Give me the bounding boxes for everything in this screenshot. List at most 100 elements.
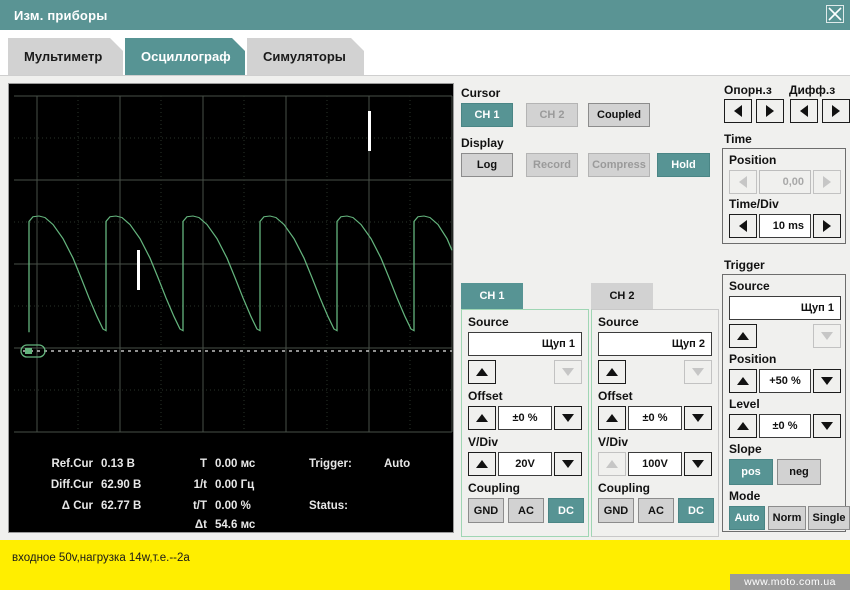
time-section-label: Time <box>724 132 752 146</box>
ch1-coupling-gnd-label: GND <box>473 504 499 517</box>
channel-tab-ch1[interactable]: CH 1 <box>461 283 523 309</box>
ch1-coupling-ac-button[interactable]: AC <box>508 498 544 523</box>
diff-nudge-left-button[interactable] <box>790 99 818 123</box>
ch2-source-field[interactable]: Щуп 2 <box>598 332 712 356</box>
readout-label-ref-cur: Ref.Cur <box>51 458 93 470</box>
readout-value-freq: 0.00 Гц <box>215 479 255 491</box>
trigger-level-field[interactable]: ±0 % <box>759 414 811 438</box>
ch1-coupling-dc-button[interactable]: DC <box>548 498 584 523</box>
trigger-slope-neg-button[interactable]: neg <box>777 459 821 485</box>
ch2-offset-up-button[interactable] <box>598 406 626 430</box>
trigger-mode-single-label: Single <box>812 512 846 524</box>
ch2-vdiv-down-button[interactable] <box>684 452 712 476</box>
tab-oscilloscope[interactable]: Осциллограф <box>125 38 245 75</box>
tab-simulators-label: Симуляторы <box>263 49 346 64</box>
ch2-coupling-gnd-button[interactable]: GND <box>598 498 634 523</box>
trigger-source-label: Source <box>729 279 770 293</box>
trigger-slope-neg-label: neg <box>789 466 809 478</box>
trigger-mode-single-button[interactable]: Single <box>808 506 850 530</box>
title-bar: Изм. приборы <box>0 0 850 30</box>
ch1-vdiv-down-button[interactable] <box>554 452 582 476</box>
ch2-vdiv-label: V/Div <box>598 435 629 449</box>
ch1-source-up-button[interactable] <box>468 360 496 384</box>
ch2-offset-value: ±0 % <box>642 412 668 424</box>
trigger-level-value: ±0 % <box>772 420 798 432</box>
ch1-vdiv-field[interactable]: 20V <box>498 452 552 476</box>
ch1-source-field[interactable]: Щуп 1 <box>468 332 582 356</box>
readout-label-delta-cur: Δ Cur <box>61 500 93 512</box>
time-position-left-button <box>729 170 757 194</box>
readout-label-period: T <box>199 458 207 470</box>
trigger-source-down-button <box>813 324 841 348</box>
trigger-source-up-button[interactable] <box>729 324 757 348</box>
readout-label-status: Status: <box>309 500 348 512</box>
ch1-offset-up-button[interactable] <box>468 406 496 430</box>
ref-nudge-left-button[interactable] <box>724 99 752 123</box>
readout-label-freq: 1/t <box>193 479 207 491</box>
readout-value-period: 0.00 мс <box>215 458 256 470</box>
trigger-position-down-button[interactable] <box>813 369 841 393</box>
diff-nudge-right-button[interactable] <box>822 99 850 123</box>
ch2-offset-down-button[interactable] <box>684 406 712 430</box>
trigger-position-up-button[interactable] <box>729 369 757 393</box>
trigger-mode-auto-button[interactable]: Auto <box>729 506 765 530</box>
trigger-mode-auto-label: Auto <box>734 512 760 524</box>
cursor-coupled-button[interactable]: Coupled <box>588 103 650 127</box>
ch2-offset-field[interactable]: ±0 % <box>628 406 682 430</box>
display-hold-button[interactable]: Hold <box>657 153 710 177</box>
time-div-right-button[interactable] <box>813 214 841 238</box>
readout-value-diff-cur: 62.90 В <box>101 479 142 491</box>
ch1-vdiv-up-button[interactable] <box>468 452 496 476</box>
oscilloscope-window: Изм. приборы Мультиметр Осциллограф Симу… <box>0 0 850 590</box>
ch1-offset-down-button[interactable] <box>554 406 582 430</box>
cursor-ch2-button[interactable]: CH 2 <box>526 103 578 127</box>
display-compress-button[interactable]: Compress <box>588 153 650 177</box>
display-record-button[interactable]: Record <box>526 153 578 177</box>
trigger-mode-norm-button[interactable]: Norm <box>768 506 806 530</box>
display-compress-label: Compress <box>592 159 646 171</box>
cursor-section-label: Cursor <box>461 86 501 100</box>
trigger-level-up-button[interactable] <box>729 414 757 438</box>
tab-simulators[interactable]: Симуляторы <box>247 38 364 75</box>
close-icon[interactable] <box>824 3 846 25</box>
channel-tab-ch2[interactable]: CH 2 <box>591 283 653 309</box>
ch1-offset-field[interactable]: ±0 % <box>498 406 552 430</box>
measurement-readouts: Ref.Cur 0.13 В Diff.Cur 62.90 В Δ Cur 62… <box>9 452 453 532</box>
trigger-position-field[interactable]: +50 % <box>759 369 811 393</box>
ch1-vdiv-label: V/Div <box>468 435 499 449</box>
ch2-source-up-button[interactable] <box>598 360 626 384</box>
status-bar: входное 50v,нагрузка 14w,т.е.--2а www.mo… <box>0 540 850 590</box>
time-div-field[interactable]: 10 ms <box>759 214 811 238</box>
trigger-mode-label: Mode <box>729 489 761 503</box>
tab-multimeter[interactable]: Мультиметр <box>8 38 123 75</box>
display-record-label: Record <box>533 159 571 171</box>
scope-grid <box>9 84 453 444</box>
cursor-coupled-label: Coupled <box>597 109 641 121</box>
ch2-source-down-button <box>684 360 712 384</box>
ch2-vdiv-field[interactable]: 100V <box>628 452 682 476</box>
time-div-left-button[interactable] <box>729 214 757 238</box>
ref-nudge-right-button[interactable] <box>756 99 784 123</box>
time-group: Position 0,00 Time/Div 10 ms <box>722 148 846 244</box>
tab-strip: Мультиметр Осциллограф Симуляторы <box>0 30 850 75</box>
ch2-coupling-ac-button[interactable]: AC <box>638 498 674 523</box>
time-div-value: 10 ms <box>772 220 804 232</box>
cursor-ch1-label: CH 1 <box>474 109 500 121</box>
ch2-source-label: Source <box>598 315 639 329</box>
status-bar-text: входное 50v,нагрузка 14w,т.е.--2а <box>12 552 190 564</box>
ch1-vdiv-value: 20V <box>515 458 535 470</box>
trigger-slope-pos-button[interactable]: pos <box>729 459 773 485</box>
ch2-coupling-dc-button[interactable]: DC <box>678 498 714 523</box>
tab-multimeter-label: Мультиметр <box>24 49 103 64</box>
readout-label-trigger: Trigger: <box>309 458 352 470</box>
display-log-button[interactable]: Log <box>461 153 513 177</box>
ch1-coupling-label: Coupling <box>468 481 520 495</box>
display-section-label: Display <box>461 136 504 150</box>
ch1-coupling-gnd-button[interactable]: GND <box>468 498 504 523</box>
cursor-ch1-button[interactable]: CH 1 <box>461 103 513 127</box>
scope-display[interactable]: Ref.Cur 0.13 В Diff.Cur 62.90 В Δ Cur 62… <box>8 83 454 533</box>
trigger-source-field[interactable]: Щуп 1 <box>729 296 841 320</box>
trigger-group: Source Щуп 1 Position +50 % Level ±0 % S… <box>722 274 850 532</box>
time-position-label: Position <box>729 153 777 167</box>
trigger-level-down-button[interactable] <box>813 414 841 438</box>
